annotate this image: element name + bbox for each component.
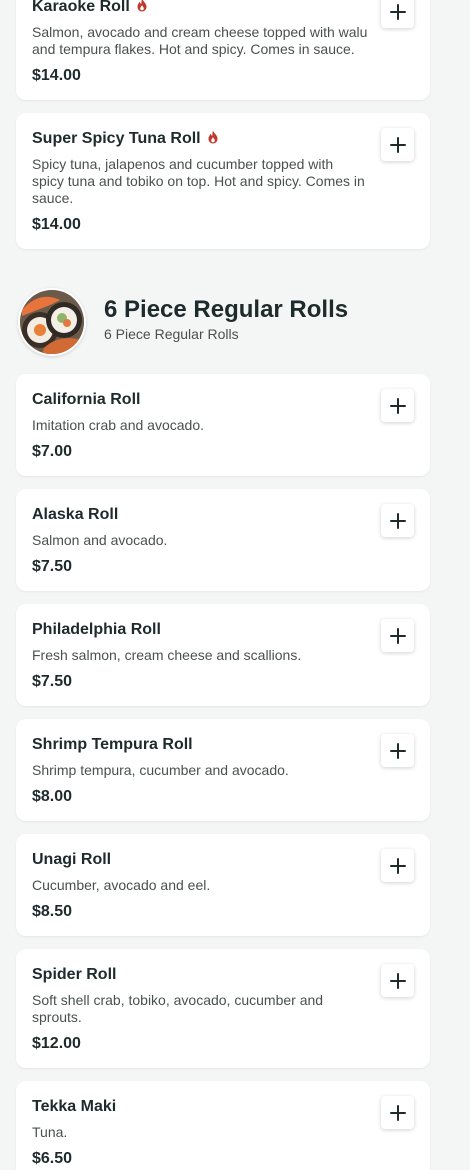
item-name: Tekka Maki (32, 1098, 117, 1115)
plus-icon (389, 1104, 406, 1121)
item-price: $14.00 (32, 67, 81, 84)
menu-item-card[interactable]: Tekka Maki Tuna. $6.50 (16, 1081, 430, 1170)
plus-icon (389, 972, 406, 989)
add-button[interactable] (381, 849, 414, 882)
item-price: $7.00 (32, 443, 73, 460)
item-description: Soft shell crab, tobiko, avocado, cucumb… (32, 992, 324, 1025)
item-description: Fresh salmon, cream cheese and scallions… (32, 647, 302, 663)
menu-item-card[interactable]: California Roll Imitation crab and avoca… (16, 374, 430, 476)
item-description: Spicy tuna, jalapenos and cucumber toppe… (32, 156, 365, 206)
item-price: $7.50 (32, 558, 73, 575)
item-name: Alaska Roll (32, 506, 119, 523)
plus-icon (389, 512, 406, 529)
item-price: $6.50 (32, 1150, 73, 1167)
menu-page: Karaoke Roll Salmon, avocado and cream c… (0, 0, 470, 1170)
menu-item-card[interactable]: Spider Roll Soft shell crab, tobiko, avo… (16, 949, 430, 1068)
menu-item-card[interactable]: Alaska Roll Salmon and avocado. $7.50 (16, 489, 430, 591)
add-button[interactable] (381, 504, 414, 537)
add-button[interactable] (381, 734, 414, 767)
item-description: Cucumber, avocado and eel. (32, 877, 211, 893)
add-button[interactable] (381, 1096, 414, 1129)
plus-icon (389, 397, 406, 414)
plus-icon (389, 742, 406, 759)
item-description: Salmon, avocado and cream cheese topped … (32, 24, 368, 57)
plus-icon (389, 627, 406, 644)
item-description: Salmon and avocado. (32, 532, 168, 548)
add-button[interactable] (381, 619, 414, 652)
item-description: Imitation crab and avocado. (32, 417, 204, 433)
item-name: Philadelphia Roll (32, 621, 161, 638)
menu-item-card[interactable]: Karaoke Roll Salmon, avocado and cream c… (16, 0, 430, 100)
item-description: Shrimp tempura, cucumber and avocado. (32, 762, 289, 778)
item-price: $8.50 (32, 903, 73, 920)
item-name: Shrimp Tempura Roll (32, 736, 193, 753)
plus-icon (389, 136, 406, 153)
sushi-roll-image (20, 290, 84, 354)
item-price: $8.00 (32, 788, 73, 805)
flame-icon (208, 130, 218, 144)
item-name: Super Spicy Tuna Roll (32, 130, 201, 147)
item-name-wrapper: Super Spicy Tuna Roll (32, 130, 219, 148)
add-button[interactable] (381, 128, 414, 161)
item-description: Tuna. (32, 1124, 68, 1140)
add-button[interactable] (381, 0, 414, 28)
item-name: Karaoke Roll (32, 0, 130, 15)
item-name-wrapper: Karaoke Roll (32, 0, 148, 16)
item-name: California Roll (32, 391, 141, 408)
flame-icon (137, 0, 147, 12)
section-title: 6 Piece Regular Rolls (104, 296, 349, 323)
menu-item-card[interactable]: Philadelphia Roll Fresh salmon, cream ch… (16, 604, 430, 706)
section-image (18, 288, 86, 356)
plus-icon (389, 3, 406, 20)
item-price: $14.00 (32, 216, 81, 233)
menu-item-card[interactable]: Shrimp Tempura Roll Shrimp tempura, cucu… (16, 719, 430, 821)
item-name: Unagi Roll (32, 851, 112, 868)
item-price: $7.50 (32, 673, 73, 690)
section-subtitle: 6 Piece Regular Rolls (104, 326, 239, 342)
item-name: Spider Roll (32, 966, 117, 983)
menu-item-card[interactable]: Unagi Roll Cucumber, avocado and eel. $8… (16, 834, 430, 936)
menu-item-card[interactable]: Super Spicy Tuna Roll Spicy tuna, jalape… (16, 113, 430, 249)
item-price: $12.00 (32, 1035, 81, 1052)
add-button[interactable] (381, 964, 414, 997)
add-button[interactable] (381, 389, 414, 422)
plus-icon (389, 857, 406, 874)
